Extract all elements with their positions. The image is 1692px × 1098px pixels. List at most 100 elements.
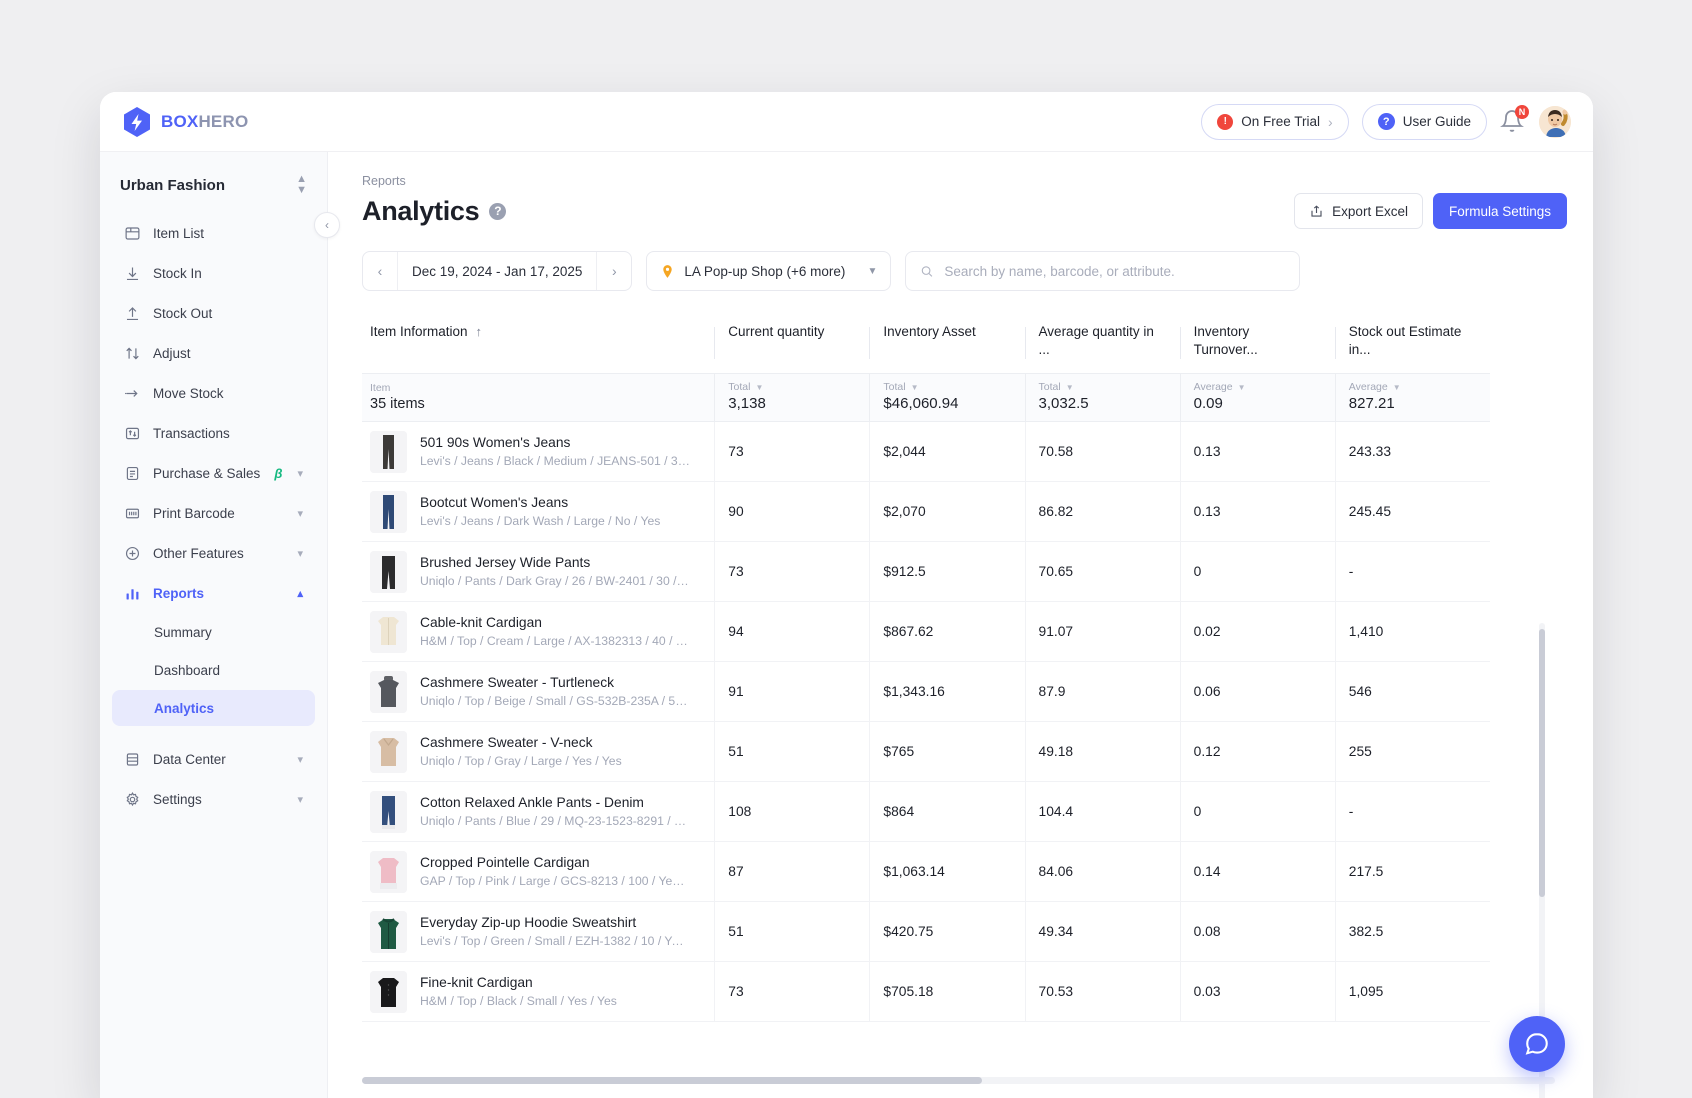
sidebar-subitem-summary[interactable]: Summary (112, 614, 315, 650)
date-range-label[interactable]: Dec 19, 2024 - Jan 17, 2025 (397, 252, 597, 290)
row-item-cell[interactable]: Cotton Relaxed Ankle Pants - DenimUniqlo… (362, 782, 714, 842)
horizontal-scrollbar-track[interactable] (362, 1077, 1555, 1084)
column-header-current-quantity[interactable]: Current quantity (714, 311, 869, 374)
summary-aggregate-select[interactable]: Total ▼ (1025, 381, 1180, 393)
row-inventory-asset: $1,343.16 (869, 662, 1024, 722)
row-item-cell[interactable]: Cropped Pointelle CardiganGAP / Top / Pi… (362, 842, 714, 902)
column-header-inventory-asset[interactable]: Inventory Asset (869, 311, 1024, 374)
summary-inventory-asset-cell: Total ▼ $46,060.94 (869, 374, 1024, 422)
brand-logo[interactable]: BOXHERO (122, 106, 248, 138)
row-inventory-asset: $765 (869, 722, 1024, 782)
row-item-cell[interactable]: Cable-knit CardiganH&M / Top / Cream / L… (362, 602, 714, 662)
column-header-average-quantity[interactable]: Average quantity in ... (1025, 311, 1180, 374)
row-current-quantity: 51 (714, 722, 869, 782)
top-bar: BOXHERO ! On Free Trial › ? User Guide N (100, 92, 1593, 152)
search-input[interactable] (944, 264, 1285, 279)
sidebar-collapse-button[interactable]: ‹ (314, 212, 340, 238)
summary-aggregate-select[interactable]: Average ▼ (1180, 381, 1335, 393)
row-item-cell[interactable]: 501 90s Women's JeansLevi's / Jeans / Bl… (362, 422, 714, 482)
sidebar-subitem-analytics[interactable]: Analytics (112, 690, 315, 726)
row-inventory-asset: $420.75 (869, 902, 1024, 962)
arrow-up-icon (124, 305, 141, 322)
database-icon (124, 751, 141, 768)
row-inventory-turnover: 0.12 (1180, 722, 1335, 782)
item-thumbnail (370, 971, 407, 1013)
summary-average-quantity-cell: Total ▼ 3,032.5 (1025, 374, 1180, 422)
row-item-cell[interactable]: Cashmere Sweater - TurtleneckUniqlo / To… (362, 662, 714, 722)
row-stock-out-estimate: - (1335, 542, 1490, 602)
table-row[interactable]: 501 90s Women's JeansLevi's / Jeans / Bl… (362, 422, 1490, 482)
table-row[interactable]: Fine-knit CardiganH&M / Top / Black / Sm… (362, 962, 1490, 1022)
row-item-cell[interactable]: Fine-knit CardiganH&M / Top / Black / Sm… (362, 962, 714, 1022)
page-title: Analytics (362, 196, 479, 227)
vertical-scrollbar-thumb[interactable] (1539, 629, 1545, 897)
summary-aggregate-select[interactable]: Total ▼ (714, 381, 869, 393)
arrow-down-icon (124, 265, 141, 282)
sidebar-item-stock-in[interactable]: Stock In (112, 254, 315, 292)
avatar[interactable] (1539, 106, 1571, 138)
location-select[interactable]: LA Pop-up Shop (+6 more) ▼ (646, 251, 891, 291)
sidebar-item-label: Other Features (153, 546, 244, 561)
column-header-item-information[interactable]: Item Information ↑ (362, 311, 714, 374)
row-item-cell[interactable]: Everyday Zip-up Hoodie SweatshirtLevi's … (362, 902, 714, 962)
table-row[interactable]: Cashmere Sweater - V-neckUniqlo / Top / … (362, 722, 1490, 782)
table-row[interactable]: Cropped Pointelle CardiganGAP / Top / Pi… (362, 842, 1490, 902)
row-item-cell[interactable]: Brushed Jersey Wide PantsUniqlo / Pants … (362, 542, 714, 602)
next-period-button[interactable]: › (597, 252, 631, 290)
sidebar-item-item-list[interactable]: Item List (112, 214, 315, 252)
column-header-inventory-turnover[interactable]: Inventory Turnover... (1180, 311, 1335, 374)
chat-support-button[interactable] (1509, 1016, 1565, 1072)
page-actions: Export Excel Formula Settings (1294, 193, 1567, 229)
sidebar-item-move-stock[interactable]: Move Stock (112, 374, 315, 412)
sidebar-item-label: Transactions (153, 426, 230, 441)
item-attributes: H&M / Top / Black / Small / Yes / Yes (420, 994, 617, 1008)
sidebar-item-reports[interactable]: Reports ▴ (112, 574, 315, 612)
table-row[interactable]: Cashmere Sweater - TurtleneckUniqlo / To… (362, 662, 1490, 722)
table-row[interactable]: Brushed Jersey Wide PantsUniqlo / Pants … (362, 542, 1490, 602)
item-thumbnail (370, 731, 407, 773)
row-item-cell[interactable]: Bootcut Women's JeansLevi's / Jeans / Da… (362, 482, 714, 542)
prev-period-button[interactable]: ‹ (363, 252, 397, 290)
summary-value: 827.21 (1335, 395, 1490, 412)
summary-value: 3,032.5 (1025, 395, 1180, 412)
table-row[interactable]: Cotton Relaxed Ankle Pants - DenimUniqlo… (362, 782, 1490, 842)
sidebar-item-stock-out[interactable]: Stock Out (112, 294, 315, 332)
workspace-switcher[interactable]: Urban Fashion ▲▼ (114, 170, 313, 200)
summary-aggregate-select[interactable]: Average ▼ (1335, 381, 1490, 393)
table-row[interactable]: Everyday Zip-up Hoodie SweatshirtLevi's … (362, 902, 1490, 962)
sidebar-item-transactions[interactable]: Transactions (112, 414, 315, 452)
sidebar-item-other-features[interactable]: Other Features ▾ (112, 534, 315, 572)
sidebar-item-print-barcode[interactable]: Print Barcode ▾ (112, 494, 315, 532)
search-box[interactable] (905, 251, 1300, 291)
notifications-button[interactable]: N (1500, 109, 1526, 135)
sidebar-subitem-label: Summary (154, 625, 212, 640)
table-row[interactable]: Bootcut Women's JeansLevi's / Jeans / Da… (362, 482, 1490, 542)
sidebar-item-purchase-sales[interactable]: Purchase & Sales β ▾ (112, 454, 315, 492)
row-item-cell[interactable]: Cashmere Sweater - V-neckUniqlo / Top / … (362, 722, 714, 782)
horizontal-scrollbar-thumb[interactable] (362, 1077, 982, 1084)
analytics-table: Item Information ↑ Current quantity Inve… (362, 311, 1567, 1022)
item-name: 501 90s Women's Jeans (420, 435, 690, 450)
formula-settings-button[interactable]: Formula Settings (1433, 193, 1567, 229)
sidebar-item-data-center[interactable]: Data Center ▾ (112, 740, 315, 778)
sidebar-item-adjust[interactable]: Adjust (112, 334, 315, 372)
user-guide-button[interactable]: ? User Guide (1362, 104, 1487, 140)
summary-aggregate-select[interactable]: Total ▼ (869, 381, 1024, 393)
summary-label: Total (883, 381, 905, 393)
row-inventory-asset: $912.5 (869, 542, 1024, 602)
sidebar-subitem-dashboard[interactable]: Dashboard (112, 652, 315, 688)
summary-value: 3,138 (714, 395, 869, 412)
column-header-stock-out-estimate[interactable]: Stock out Estimate in... (1335, 311, 1490, 374)
export-excel-button[interactable]: Export Excel (1294, 193, 1423, 229)
free-trial-button[interactable]: ! On Free Trial › (1201, 104, 1348, 140)
sidebar-item-settings[interactable]: Settings ▾ (112, 780, 315, 818)
row-stock-out-estimate: 255 (1335, 722, 1490, 782)
chevron-right-icon: › (1328, 114, 1333, 130)
table-row[interactable]: Cable-knit CardiganH&M / Top / Cream / L… (362, 602, 1490, 662)
column-header-label: Current quantity (728, 323, 846, 341)
help-icon[interactable]: ? (489, 203, 506, 220)
date-range-picker: ‹ Dec 19, 2024 - Jan 17, 2025 › (362, 251, 632, 291)
row-inventory-turnover: 0.06 (1180, 662, 1335, 722)
row-stock-out-estimate: 1,410 (1335, 602, 1490, 662)
column-header-label: Item Information (370, 323, 468, 341)
